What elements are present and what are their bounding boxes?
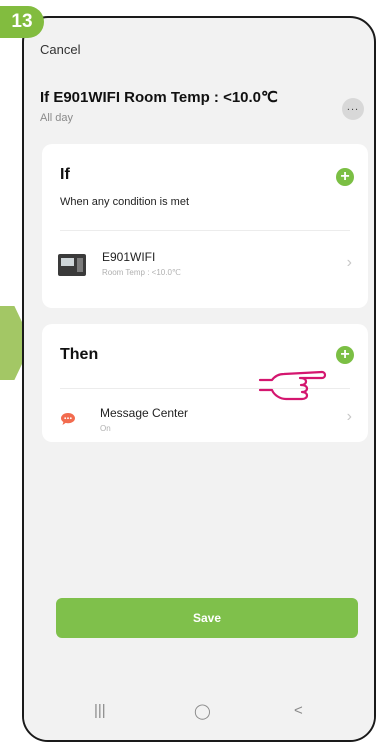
schedule-label: All day [40,112,74,124]
chevron-right-icon: › [346,254,352,271]
condition-mode-text[interactable]: When any condition is met [60,196,189,208]
condition-detail: Room Temp : <10.0℃ [102,268,181,277]
back-button[interactable]: < [294,702,303,719]
page-title: If E901WIFI Room Temp : <10.0℃ [40,89,278,106]
device-thermostat-icon [58,254,86,276]
recent-apps-button[interactable]: ||| [94,702,106,719]
more-options-button[interactable]: ... [342,98,364,120]
add-condition-button[interactable]: + [336,168,354,186]
cancel-button[interactable]: Cancel [40,42,80,57]
action-name: Message Center [100,406,189,420]
system-navigation-bar: ||| ◯ < [24,688,374,740]
chevron-right-icon: › [346,408,352,425]
if-card: If + When any condition is met E901WIFI … [42,144,368,308]
then-card-title: Then [60,346,99,363]
step-number-badge: 13 [0,6,44,38]
save-button[interactable]: Save [56,598,358,638]
if-card-title: If [60,166,70,183]
condition-device-name: E901WIFI [102,250,156,264]
if-card-divider [60,230,350,231]
pointing-hand-icon [258,370,327,401]
action-state: On [100,424,111,433]
add-action-button[interactable]: + [336,346,354,364]
home-button[interactable]: ◯ [194,702,211,720]
message-bubble-icon [61,413,75,425]
